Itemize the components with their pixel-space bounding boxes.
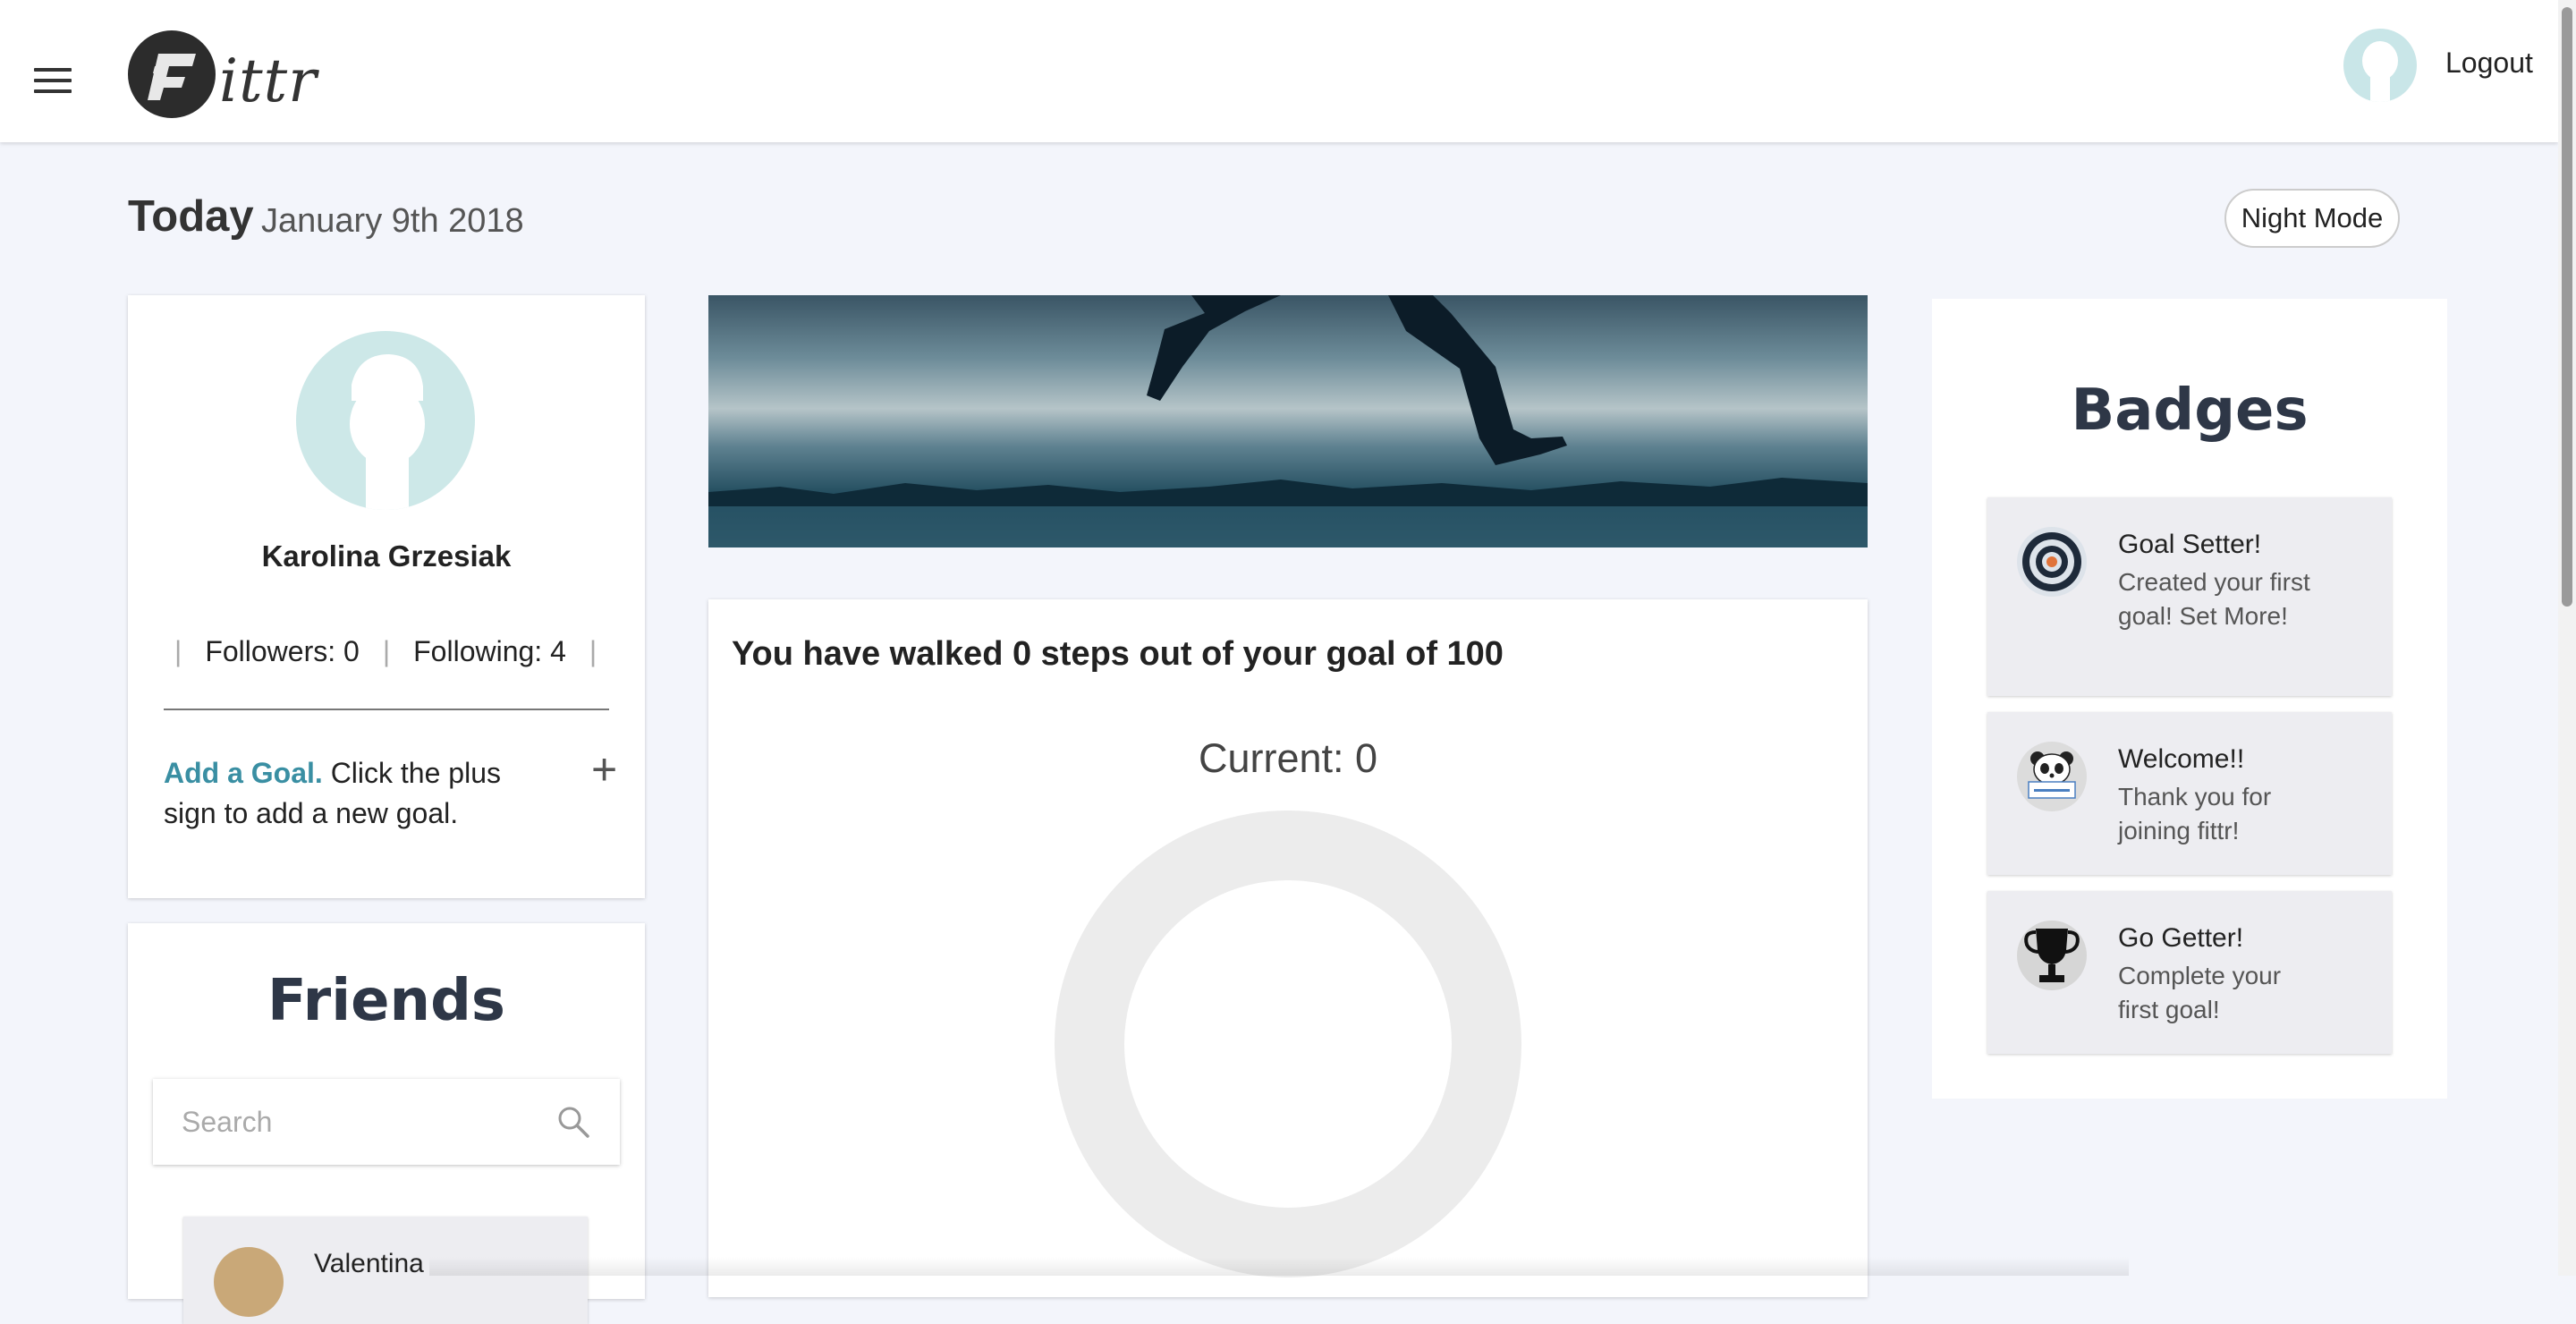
separator: | [174, 635, 182, 667]
today-label: Today [128, 192, 254, 241]
badge-description: Created your first goal! Set More! [2118, 568, 2310, 630]
bottom-fade [429, 1257, 2129, 1276]
hero-runner-image [708, 295, 1868, 547]
followers-count[interactable]: Followers: 0 [205, 635, 360, 668]
badge-description: Thank you for joining fittr! [2118, 783, 2272, 844]
panda-welcome-icon [2017, 742, 2087, 811]
current-steps-label: Current: 0 [1198, 735, 1378, 781]
profile-name: Karolina Grzesiak [261, 539, 512, 573]
badge-title: Welcome!! [2118, 744, 2245, 774]
today-date: January 9th 2018 [261, 202, 524, 240]
logo-mark [128, 30, 216, 118]
page-scrollbar[interactable] [2558, 0, 2576, 1276]
steps-progress-card: You have walked 0 steps out of your goal… [708, 599, 1868, 1297]
badge-title: Go Getter! [2118, 923, 2244, 953]
profile-avatar [296, 331, 475, 510]
night-mode-button[interactable]: Night Mode [2224, 189, 2400, 248]
user-avatar[interactable] [2343, 29, 2417, 102]
badge-go-getter[interactable]: Go Getter! Complete your first goal! [1987, 891, 2392, 1054]
add-goal-plus-icon[interactable]: + [591, 747, 617, 792]
friend-avatar [214, 1247, 284, 1317]
profile-card: Karolina Grzesiak | Followers: 0 | Follo… [128, 295, 645, 898]
menu-icon[interactable] [34, 68, 72, 95]
friend-name: Valentina [314, 1249, 424, 1278]
fittr-logo[interactable]: ittr [128, 30, 317, 123]
search-icon[interactable] [555, 1104, 591, 1140]
target-icon [2017, 527, 2087, 597]
friends-card: Friends Valentina [128, 923, 645, 1324]
scrollbar-thumb[interactable] [2562, 7, 2572, 607]
steps-progress-ring [1055, 811, 1521, 1277]
progress-ring-track [1055, 811, 1521, 1277]
badge-description: Complete your first goal! [2118, 962, 2282, 1023]
badge-title: Goal Setter! [2118, 530, 2262, 559]
steps-summary: You have walked 0 steps out of your goal… [732, 635, 1504, 673]
separator: | [382, 635, 391, 667]
badge-welcome[interactable]: Welcome!! Thank you for joining fittr! [1987, 712, 2392, 875]
following-count[interactable]: Following: 4 [413, 635, 566, 668]
logout-link[interactable]: Logout [2445, 47, 2533, 80]
follow-stats: | Followers: 0 | Following: 4 | [174, 635, 604, 668]
friends-search-input[interactable] [182, 1079, 539, 1165]
separator: | [589, 635, 597, 667]
friends-title: Friends [267, 968, 505, 1034]
trophy-icon [2017, 921, 2087, 990]
badge-goal-setter[interactable]: Goal Setter! Created your first goal! Se… [1987, 497, 2392, 696]
add-goal-prompt: Add a Goal. Click the plus sign to add a… [164, 753, 539, 834]
friends-search [153, 1079, 620, 1165]
add-goal-link[interactable]: Add a Goal. [164, 757, 323, 789]
logo-text: ittr [219, 47, 318, 115]
badges-card: Badges Goal Setter! Created your first g… [1932, 299, 2447, 1099]
badges-title: Badges [2071, 378, 2309, 444]
top-navbar: ittr Logout [0, 0, 2558, 142]
divider [164, 709, 609, 710]
